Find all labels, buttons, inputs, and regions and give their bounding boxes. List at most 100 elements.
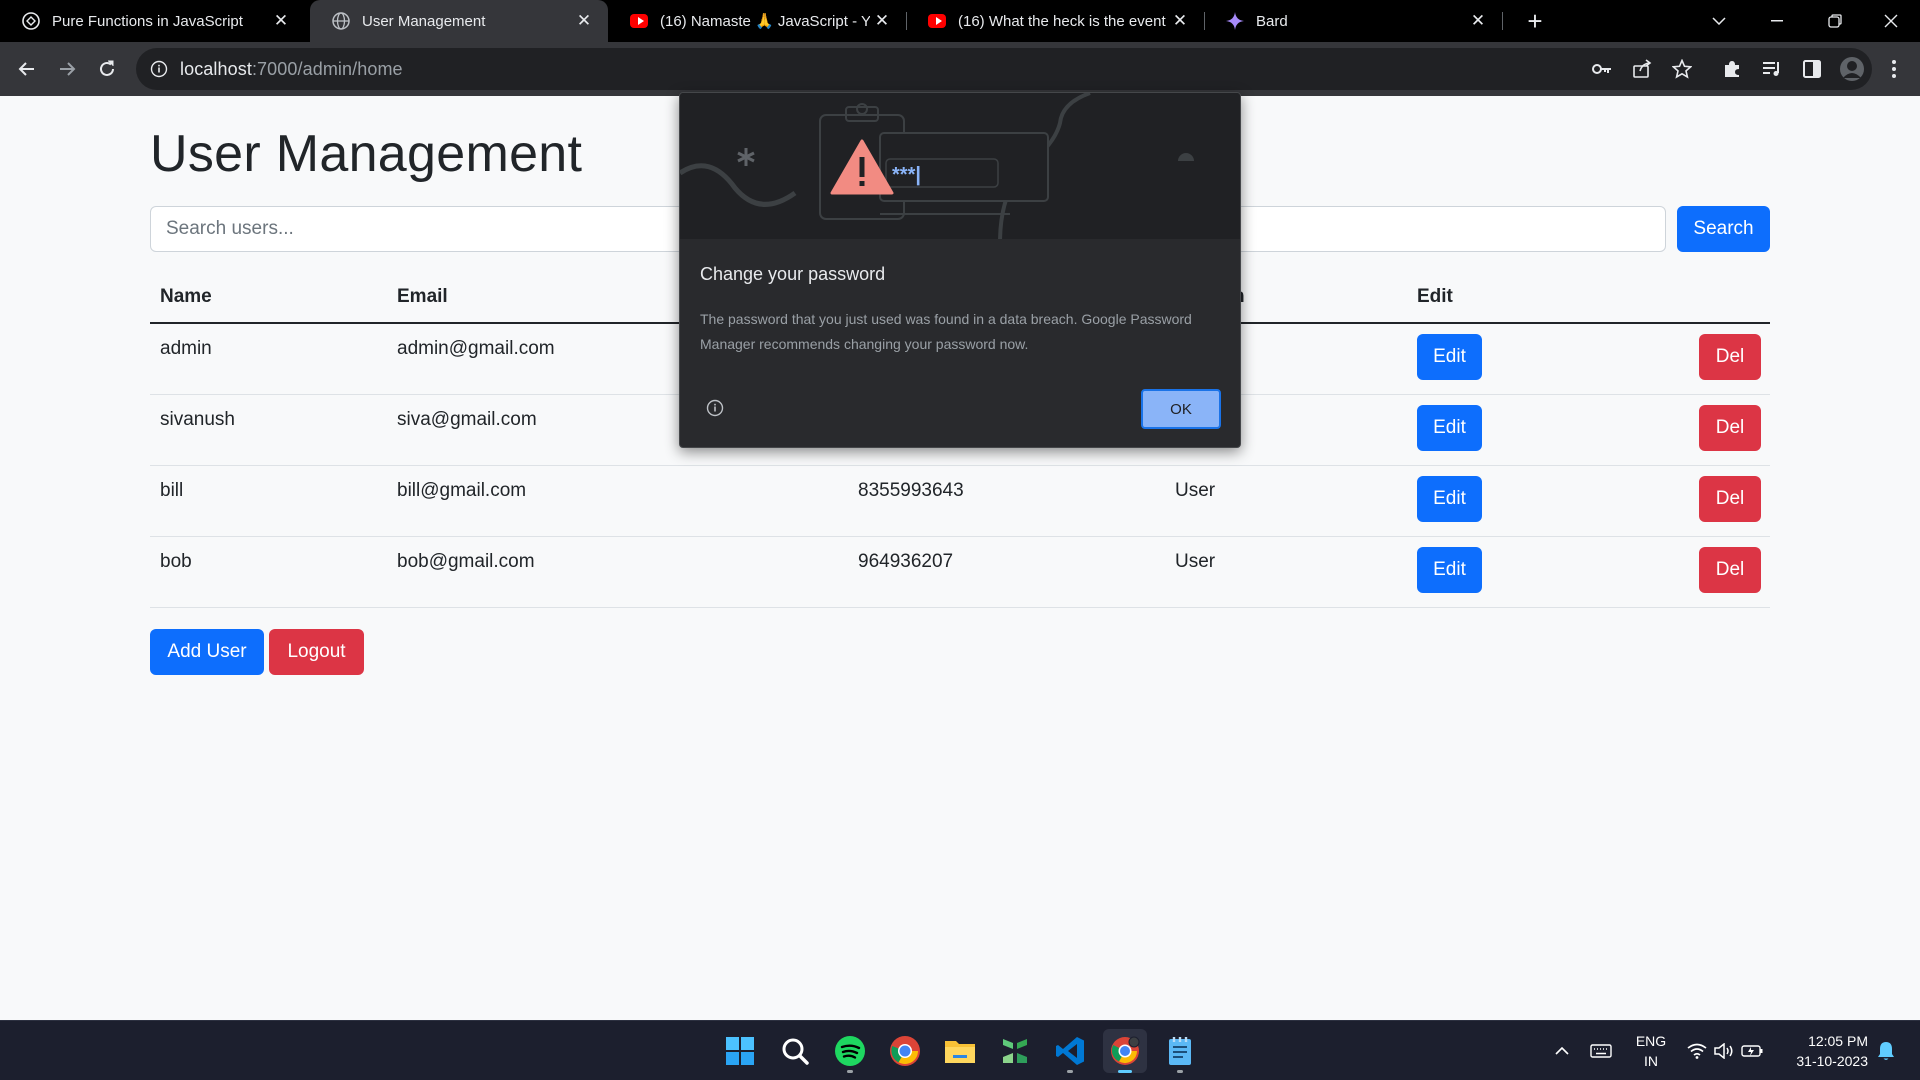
password-key-icon[interactable] (1588, 55, 1616, 83)
vscode-icon[interactable] (1048, 1029, 1092, 1073)
battery-icon[interactable] (1740, 1039, 1764, 1063)
tab-pure-functions[interactable]: Pure Functions in JavaScript ✕ (0, 0, 305, 42)
delete-button[interactable]: Del (1699, 476, 1761, 522)
close-tab-icon[interactable]: ✕ (1168, 11, 1192, 31)
clock-time: 12:05 PM (1808, 1033, 1868, 1049)
password-breach-dialog: ***| Change your password The password t… (679, 92, 1241, 448)
cell-name: admin (160, 338, 212, 359)
clock-date: 31-10-2023 (1796, 1053, 1868, 1069)
tab-title: (16) Namaste 🙏 JavaScript - Yo (660, 13, 870, 30)
dialog-message: The password that you just used was foun… (700, 311, 1192, 352)
side-panel-icon[interactable] (1798, 55, 1826, 83)
youtube-icon (928, 12, 946, 30)
search-button[interactable]: Search (1677, 206, 1770, 252)
lang-code: ENG (1635, 1033, 1667, 1049)
new-tab-button[interactable]: + (1518, 4, 1552, 38)
cell-email: bob@gmail.com (397, 551, 535, 572)
edit-button[interactable]: Edit (1417, 476, 1482, 522)
reload-icon[interactable] (91, 53, 123, 85)
cell-email: admin@gmail.com (397, 338, 555, 359)
tab-strip: Pure Functions in JavaScript ✕ User Mana… (0, 0, 1920, 42)
notification-bell-icon[interactable] (1874, 1039, 1898, 1063)
chrome-menu-icon[interactable] (1880, 55, 1908, 83)
cell-name: bob (160, 551, 192, 572)
youtube-icon (630, 12, 648, 30)
column-header-email: Email (397, 286, 448, 307)
table-row: bill bill@gmail.com 8355993643 User Edit… (150, 466, 1770, 537)
site-info-icon[interactable] (150, 60, 168, 78)
column-header-edit: Edit (1417, 286, 1453, 307)
keyboard-icon[interactable] (1589, 1039, 1613, 1063)
cell-email: siva@gmail.com (397, 409, 537, 430)
cell-phone: 8355993643 (858, 480, 964, 501)
page-title: User Management (150, 125, 583, 183)
close-tab-icon[interactable]: ✕ (870, 11, 894, 31)
bard-sparkle-icon (1226, 12, 1244, 30)
chatgpt-icon (22, 12, 40, 30)
edit-button[interactable]: Edit (1417, 405, 1482, 451)
url-text: localhost:7000/admin/home (180, 59, 403, 80)
profile-avatar[interactable] (1838, 55, 1866, 83)
app-icon[interactable] (993, 1029, 1037, 1073)
close-tab-icon[interactable]: ✕ (269, 11, 293, 31)
tab-title: Bard (1256, 12, 1288, 30)
close-tab-icon[interactable]: ✕ (1466, 11, 1490, 31)
system-clock[interactable]: 12:05 PM 31-10-2023 (1780, 1031, 1868, 1071)
spotify-icon[interactable] (828, 1029, 872, 1073)
file-explorer-icon[interactable] (938, 1029, 982, 1073)
breach-illustration: ***| (680, 93, 1240, 244)
search-icon[interactable] (773, 1029, 817, 1073)
tab-search-chevron-icon[interactable] (1690, 0, 1748, 42)
extensions-puzzle-icon[interactable] (1718, 55, 1746, 83)
close-tab-icon[interactable]: ✕ (572, 11, 596, 31)
logout-button[interactable]: Logout (269, 629, 364, 675)
delete-button[interactable]: Del (1699, 547, 1761, 593)
forward-icon[interactable] (51, 53, 83, 85)
windows-start-icon[interactable] (718, 1029, 762, 1073)
table-row: bob bob@gmail.com 964936207 User Edit De… (150, 537, 1770, 608)
windows-taskbar: ENG IN 12:05 PM 31-10-2023 (0, 1020, 1920, 1080)
cell-name: sivanush (160, 409, 235, 430)
cell-phone: 964936207 (858, 551, 954, 572)
back-icon[interactable] (11, 53, 43, 85)
tab-title: Pure Functions in JavaScript (52, 12, 243, 30)
minimize-icon[interactable] (1748, 0, 1806, 42)
edit-button[interactable]: Edit (1417, 334, 1482, 380)
edit-button[interactable]: Edit (1417, 547, 1482, 593)
delete-button[interactable]: Del (1699, 334, 1761, 380)
info-icon[interactable] (706, 399, 724, 417)
ok-button[interactable]: OK (1141, 389, 1221, 429)
add-user-button[interactable]: Add User (150, 629, 264, 675)
chrome-profile-icon[interactable] (1103, 1029, 1147, 1073)
delete-button[interactable]: Del (1699, 405, 1761, 451)
notepad-icon[interactable] (1158, 1029, 1202, 1073)
cell-email: bill@gmail.com (397, 480, 527, 501)
url-host: localhost (180, 58, 252, 79)
bookmark-star-icon[interactable] (1668, 55, 1696, 83)
volume-icon[interactable] (1712, 1039, 1736, 1063)
asterisk-decoration (737, 148, 755, 166)
cell-role: User (1175, 551, 1216, 572)
share-icon[interactable] (1628, 55, 1656, 83)
tab-event-loop[interactable]: (16) What the heck is the event l ✕ (906, 0, 1204, 42)
show-hidden-icons-chevron-icon[interactable] (1550, 1039, 1574, 1063)
restore-icon[interactable] (1806, 0, 1864, 42)
masked-password-text: ***| (892, 164, 921, 186)
column-header-name: Name (160, 286, 212, 307)
tab-title: (16) What the heck is the event l (958, 12, 1168, 30)
language-indicator[interactable]: ENG IN (1634, 1031, 1668, 1071)
tab-namaste-javascript[interactable]: (16) Namaste 🙏 JavaScript - Yo ✕ (608, 0, 906, 42)
wifi-icon[interactable] (1685, 1039, 1709, 1063)
browser-toolbar: localhost:7000/admin/home (0, 42, 1920, 96)
url-path: :7000/admin/home (251, 58, 403, 79)
cell-role: User (1175, 480, 1216, 501)
tab-user-management[interactable]: User Management ✕ (310, 0, 608, 42)
tab-bard[interactable]: Bard ✕ (1204, 0, 1502, 42)
globe-icon (332, 12, 350, 30)
lang-region: IN (1644, 1053, 1658, 1069)
close-window-icon[interactable] (1862, 0, 1920, 42)
chrome-icon[interactable] (883, 1029, 927, 1073)
media-queue-icon[interactable] (1758, 55, 1786, 83)
cell-name: bill (160, 480, 184, 501)
dialog-title: Change your password (700, 264, 886, 284)
